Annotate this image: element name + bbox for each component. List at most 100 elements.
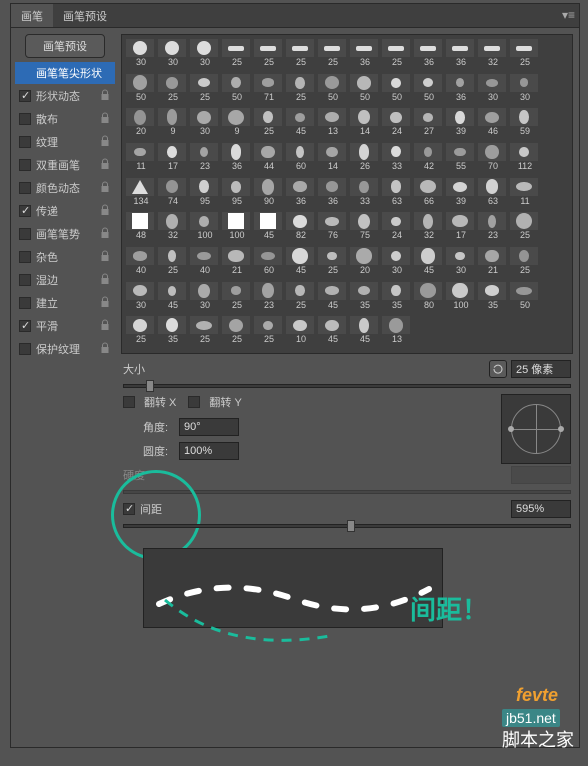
brush-tip-thumb[interactable]: 50 xyxy=(510,282,540,315)
brush-tip-thumb[interactable]: 20 xyxy=(350,247,380,280)
brush-tip-thumb[interactable]: 59 xyxy=(510,108,540,141)
sidebar-item[interactable]: 建立 xyxy=(15,292,115,314)
brush-tip-thumb[interactable]: 45 xyxy=(158,282,188,315)
brush-tip-thumb[interactable]: 100 xyxy=(446,282,476,315)
brush-tip-thumb[interactable]: 40 xyxy=(190,247,220,280)
sidebar-checkbox[interactable] xyxy=(19,320,31,332)
brush-tip-thumb[interactable]: 50 xyxy=(222,74,252,107)
brush-tip-thumb[interactable]: 23 xyxy=(190,143,220,176)
sidebar-checkbox[interactable] xyxy=(19,274,31,286)
brush-tip-thumb[interactable]: 71 xyxy=(254,74,284,107)
brush-tip-thumb[interactable]: 35 xyxy=(382,282,412,315)
brush-tip-thumb[interactable]: 36 xyxy=(446,39,476,72)
brush-tip-thumb[interactable]: 11 xyxy=(126,143,156,176)
brush-tip-thumb[interactable]: 14 xyxy=(350,108,380,141)
brush-tip-thumb[interactable]: 36 xyxy=(446,74,476,107)
brush-tip-thumb[interactable]: 100 xyxy=(190,212,220,245)
brush-tip-thumb[interactable]: 17 xyxy=(446,212,476,245)
brush-tip-thumb[interactable]: 45 xyxy=(254,212,284,245)
brush-tip-thumb[interactable]: 24 xyxy=(382,212,412,245)
brush-tip-thumb[interactable]: 20 xyxy=(126,108,156,141)
brush-tip-thumb[interactable]: 32 xyxy=(158,212,188,245)
brush-tip-thumb[interactable]: 21 xyxy=(478,247,508,280)
brush-tip-thumb[interactable]: 45 xyxy=(286,247,316,280)
brush-tip-thumb[interactable]: 100 xyxy=(222,212,252,245)
sidebar-checkbox[interactable] xyxy=(19,113,31,125)
brush-tip-thumb[interactable]: 36 xyxy=(286,178,316,211)
sidebar-item[interactable]: 散布 xyxy=(15,108,115,130)
brush-tip-thumb[interactable]: 30 xyxy=(126,39,156,72)
brush-tip-thumb[interactable]: 70 xyxy=(478,143,508,176)
tab-brush-presets[interactable]: 画笔预设 xyxy=(53,4,117,27)
size-slider[interactable] xyxy=(123,384,571,388)
brush-tip-thumb[interactable]: 25 xyxy=(126,316,156,349)
brush-tip-thumb[interactable]: 23 xyxy=(254,282,284,315)
brush-tip-thumb[interactable]: 48 xyxy=(126,212,156,245)
brush-tip-thumb[interactable]: 24 xyxy=(382,108,412,141)
brush-tip-thumb[interactable]: 25 xyxy=(286,74,316,107)
sidebar-checkbox[interactable] xyxy=(19,343,31,355)
brush-tip-thumb[interactable]: 32 xyxy=(414,212,444,245)
brush-presets-button[interactable]: 画笔预设 xyxy=(25,34,105,58)
sidebar-checkbox[interactable] xyxy=(19,159,31,171)
brush-tip-thumb[interactable]: 30 xyxy=(510,74,540,107)
brush-tip-thumb[interactable]: 27 xyxy=(414,108,444,141)
brush-tip-thumb[interactable]: 39 xyxy=(446,178,476,211)
sidebar-item[interactable]: 颜色动态 xyxy=(15,177,115,199)
sidebar-item[interactable]: 画笔笔尖形状 xyxy=(15,62,115,84)
brush-tip-thumb[interactable]: 80 xyxy=(414,282,444,315)
brush-tip-thumb[interactable]: 45 xyxy=(350,316,380,349)
sidebar-item[interactable]: 湿边 xyxy=(15,269,115,291)
brush-tip-grid[interactable]: 3030302525252536253636322550252550712550… xyxy=(121,34,573,354)
sidebar-checkbox[interactable] xyxy=(19,251,31,263)
angle-input[interactable] xyxy=(179,418,239,436)
brush-tip-thumb[interactable]: 11 xyxy=(510,178,540,211)
brush-tip-thumb[interactable]: 45 xyxy=(286,108,316,141)
brush-tip-thumb[interactable]: 30 xyxy=(190,108,220,141)
brush-tip-thumb[interactable]: 63 xyxy=(478,178,508,211)
brush-tip-thumb[interactable]: 42 xyxy=(414,143,444,176)
sidebar-item[interactable]: 杂色 xyxy=(15,246,115,268)
brush-tip-thumb[interactable]: 25 xyxy=(222,282,252,315)
brush-tip-thumb[interactable]: 30 xyxy=(446,247,476,280)
panel-menu-icon[interactable]: ▾≡ xyxy=(562,8,575,22)
sidebar-item[interactable]: 画笔笔势 xyxy=(15,223,115,245)
brush-tip-thumb[interactable]: 45 xyxy=(318,282,348,315)
flip-x-checkbox[interactable] xyxy=(123,396,135,408)
sidebar-item[interactable]: 传递 xyxy=(15,200,115,222)
brush-tip-thumb[interactable]: 23 xyxy=(478,212,508,245)
brush-tip-thumb[interactable]: 26 xyxy=(350,143,380,176)
brush-tip-thumb[interactable]: 50 xyxy=(350,74,380,107)
brush-tip-thumb[interactable]: 50 xyxy=(414,74,444,107)
brush-tip-thumb[interactable]: 21 xyxy=(222,247,252,280)
brush-tip-thumb[interactable]: 33 xyxy=(350,178,380,211)
brush-tip-thumb[interactable]: 14 xyxy=(318,143,348,176)
brush-tip-thumb[interactable]: 36 xyxy=(222,143,252,176)
brush-tip-thumb[interactable]: 9 xyxy=(222,108,252,141)
brush-tip-thumb[interactable]: 36 xyxy=(414,39,444,72)
brush-tip-thumb[interactable]: 13 xyxy=(318,108,348,141)
brush-tip-thumb[interactable]: 60 xyxy=(286,143,316,176)
brush-tip-thumb[interactable]: 30 xyxy=(190,39,220,72)
roundness-input[interactable] xyxy=(179,442,239,460)
brush-tip-thumb[interactable]: 25 xyxy=(190,316,220,349)
brush-tip-thumb[interactable]: 30 xyxy=(190,282,220,315)
brush-tip-thumb[interactable]: 35 xyxy=(158,316,188,349)
sidebar-checkbox[interactable] xyxy=(19,136,31,148)
brush-tip-thumb[interactable]: 25 xyxy=(222,39,252,72)
sidebar-checkbox[interactable] xyxy=(19,297,31,309)
brush-tip-thumb[interactable]: 25 xyxy=(254,39,284,72)
brush-tip-thumb[interactable]: 75 xyxy=(350,212,380,245)
brush-tip-thumb[interactable]: 35 xyxy=(478,282,508,315)
sidebar-item[interactable]: 平滑 xyxy=(15,315,115,337)
brush-tip-thumb[interactable]: 25 xyxy=(318,247,348,280)
brush-tip-thumb[interactable]: 36 xyxy=(350,39,380,72)
brush-tip-thumb[interactable]: 50 xyxy=(318,74,348,107)
brush-tip-thumb[interactable]: 25 xyxy=(286,282,316,315)
brush-tip-thumb[interactable]: 39 xyxy=(446,108,476,141)
brush-tip-thumb[interactable]: 50 xyxy=(126,74,156,107)
flip-y-checkbox[interactable] xyxy=(188,396,200,408)
brush-tip-thumb[interactable]: 25 xyxy=(158,74,188,107)
brush-tip-thumb[interactable]: 63 xyxy=(382,178,412,211)
sidebar-checkbox[interactable] xyxy=(19,228,31,240)
